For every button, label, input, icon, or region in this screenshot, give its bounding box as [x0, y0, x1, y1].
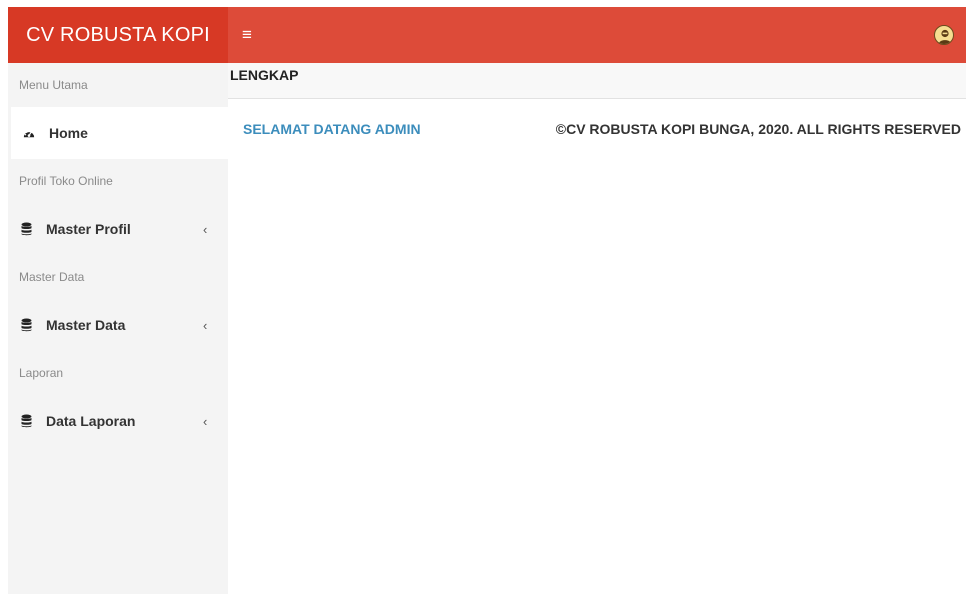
database-icon [20, 414, 32, 428]
sidebar-item-label: Master Profil [46, 221, 131, 237]
database-icon [20, 222, 32, 236]
copyright-text: ©CV ROBUSTA KOPI BUNGA, 2020. ALL RIGHTS… [555, 121, 961, 137]
sidebar-item-home[interactable]: Home [8, 107, 228, 159]
user-avatar-icon[interactable] [934, 25, 954, 45]
welcome-message: SELAMAT DATANG ADMIN [243, 121, 421, 137]
sidebar-toggle-icon[interactable]: ≡ [239, 23, 255, 47]
top-navbar: CV ROBUSTA KOPI ≡ [8, 7, 966, 63]
database-icon [20, 318, 32, 332]
page-title: LENGKAP [230, 67, 299, 83]
sidebar-item-data-laporan[interactable]: Data Laporan ‹ [8, 395, 228, 447]
content-header: LENGKAP [228, 63, 966, 99]
sidebar-header-menu-utama: Menu Utama [19, 78, 88, 92]
sidebar-header-profil-toko-online: Profil Toko Online [19, 174, 113, 188]
sidebar-item-master-data[interactable]: Master Data ‹ [8, 299, 228, 351]
chevron-left-icon: ‹ [203, 317, 208, 333]
chevron-left-icon: ‹ [203, 221, 208, 237]
brand-logo[interactable]: CV ROBUSTA KOPI [8, 7, 228, 63]
sidebar-item-master-profil[interactable]: Master Profil ‹ [8, 203, 228, 255]
sidebar-header-master-data: Master Data [19, 270, 85, 284]
dashboard-icon [23, 126, 35, 140]
sidebar-item-label: Home [49, 125, 88, 141]
sidebar: Menu Utama Home Profil Toko Online Maste… [8, 63, 228, 594]
chevron-left-icon: ‹ [203, 413, 208, 429]
sidebar-item-label: Master Data [46, 317, 126, 333]
navbar: ≡ [228, 7, 966, 63]
sidebar-item-label: Data Laporan [46, 413, 136, 429]
sidebar-header-laporan: Laporan [19, 366, 64, 380]
content-area: SELAMAT DATANG ADMIN ©CV ROBUSTA KOPI BU… [228, 100, 966, 594]
